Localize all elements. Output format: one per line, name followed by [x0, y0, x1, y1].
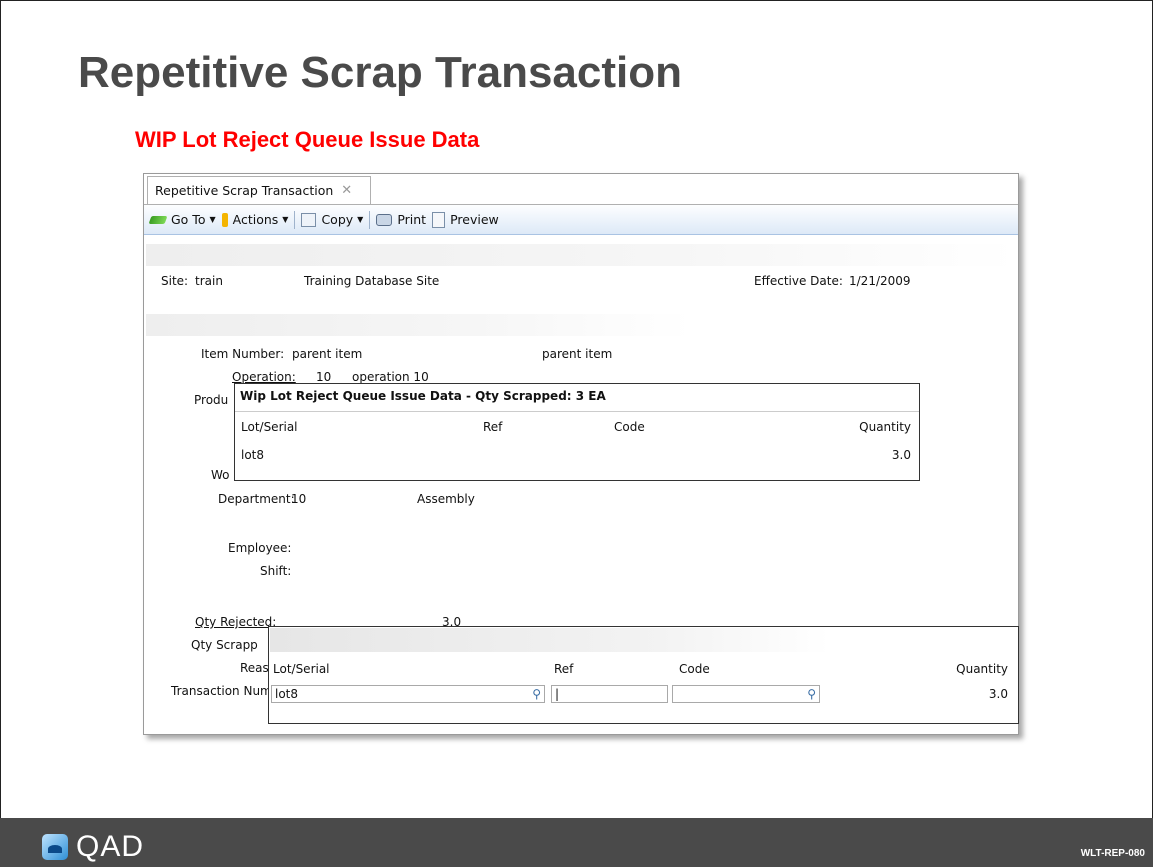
tab-repetitive-scrap[interactable]: Repetitive Scrap Transaction ✕ [147, 176, 371, 204]
lot-serial-input[interactable]: lot8 ⚲ [271, 685, 545, 703]
employee-label: Employee: [228, 541, 292, 555]
preview-label: Preview [450, 212, 499, 227]
operation-value: 10 [316, 370, 332, 384]
item-number-value: parent item [292, 347, 363, 361]
actions-label: Actions [232, 212, 279, 227]
copy-icon [301, 212, 317, 227]
preview-icon [432, 211, 446, 228]
item-number-label: Item Number: [201, 347, 285, 361]
reason-label-partial: Reas [240, 661, 269, 675]
slide-title: Repetitive Scrap Transaction [78, 48, 682, 97]
qad-logo: QAD [42, 830, 144, 864]
header-lot-serial: Lot/Serial [241, 420, 298, 434]
print-label: Print [397, 212, 427, 227]
chevron-down-icon: ▼ [357, 215, 364, 224]
effective-date-label: Effective Date: [754, 274, 843, 288]
transaction-number-label-partial: Transaction Numl [171, 684, 276, 698]
row-quantity: 3.0 [891, 448, 911, 462]
tab-label: Repetitive Scrap Transaction [155, 183, 334, 198]
slide-subtitle: WIP Lot Reject Queue Issue Data [135, 127, 480, 152]
ref-value: | [555, 687, 560, 701]
production-line-label-partial: Produ [194, 393, 229, 407]
site-description: Training Database Site [304, 274, 440, 288]
toolbar-separator [369, 210, 371, 229]
lot-serial-value: lot8 [275, 687, 299, 701]
chevron-down-icon: ▼ [209, 215, 216, 224]
site-value: train [195, 274, 223, 288]
actions-button[interactable]: Actions ▼ [221, 212, 289, 227]
header-ref: Ref [554, 662, 574, 676]
popup-title: Wip Lot Reject Queue Issue Data - Qty Sc… [240, 389, 606, 403]
goto-label: Go To [171, 212, 206, 227]
header-lot-serial: Lot/Serial [273, 662, 330, 676]
code-input[interactable]: ⚲ [672, 685, 820, 703]
lot-entry-popup: Lot/Serial Ref Code Quantity lot8 ⚲ | ⚲ … [268, 626, 1019, 724]
toolbar-separator [294, 210, 296, 229]
row-quantity: 3.0 [988, 687, 1008, 701]
actions-icon [221, 212, 228, 227]
logo-text: QAD [76, 830, 145, 863]
qty-rejected-label: Qty Rejected: [195, 615, 277, 629]
slide-code: WLT-REP-080 [1080, 848, 1145, 859]
close-icon[interactable]: ✕ [341, 183, 352, 198]
popup-divider [235, 411, 919, 412]
ref-input[interactable]: | [551, 685, 668, 703]
preview-button[interactable]: Preview [432, 211, 499, 228]
operation-description: operation 10 [352, 370, 429, 384]
goto-button[interactable]: Go To ▼ [148, 212, 216, 227]
operation-label: Operation: [232, 370, 296, 384]
qad-logo-icon [42, 834, 68, 860]
popup-header-band [270, 628, 830, 652]
print-button[interactable]: Print [376, 212, 426, 227]
wip-lot-reject-popup: Wip Lot Reject Queue Issue Data - Qty Sc… [234, 383, 920, 481]
header-quantity: Quantity [859, 420, 911, 434]
section-band-2 [146, 314, 691, 336]
toolbar: Go To ▼ Actions ▼ Copy ▼ Print Preview [144, 205, 1018, 235]
header-ref: Ref [483, 420, 503, 434]
footer-bar [0, 818, 1153, 867]
search-icon[interactable]: ⚲ [532, 686, 541, 702]
shift-label: Shift: [260, 564, 292, 578]
copy-label: Copy [321, 212, 354, 227]
header-quantity: Quantity [956, 662, 1008, 676]
row-lot-serial: lot8 [241, 448, 265, 462]
header-code: Code [679, 662, 710, 676]
printer-icon [376, 213, 393, 226]
work-center-label-partial: Wo [211, 468, 230, 482]
search-icon[interactable]: ⚲ [807, 686, 816, 702]
site-label: Site: [161, 274, 189, 288]
chevron-down-icon: ▼ [282, 215, 289, 224]
app-window: Repetitive Scrap Transaction ✕ Go To ▼ A… [143, 173, 1019, 735]
copy-button[interactable]: Copy ▼ [301, 212, 363, 227]
goto-arrow-icon [148, 215, 168, 224]
department-value: 10 [291, 492, 307, 506]
effective-date-value: 1/21/2009 [849, 274, 911, 288]
section-header-band [146, 244, 1018, 266]
qty-scrapped-label-partial: Qty Scrapp [191, 638, 258, 652]
department-label: Department: [218, 492, 295, 506]
header-code: Code [614, 420, 645, 434]
department-description: Assembly [417, 492, 475, 506]
item-description: parent item [542, 347, 613, 361]
